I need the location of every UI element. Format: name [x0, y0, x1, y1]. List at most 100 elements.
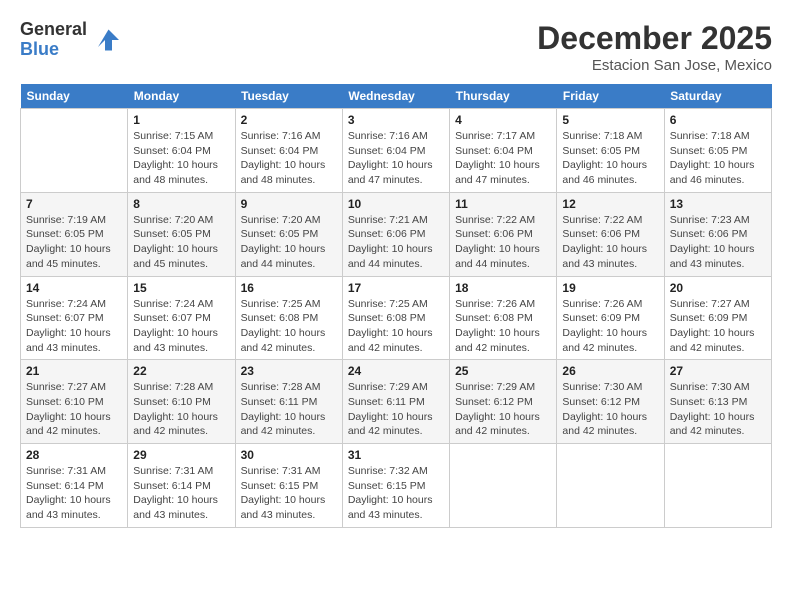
calendar-cell: 1 Sunrise: 7:15 AM Sunset: 6:04 PM Daylig… — [128, 109, 235, 193]
day-info: Sunrise: 7:26 AM Sunset: 6:09 PM Dayligh… — [562, 297, 658, 356]
day-number: 14 — [26, 281, 122, 295]
day-info: Sunrise: 7:28 AM Sunset: 6:10 PM Dayligh… — [133, 380, 229, 439]
calendar-header-row: SundayMondayTuesdayWednesdayThursdayFrid… — [21, 84, 772, 109]
day-number: 21 — [26, 364, 122, 378]
calendar-cell: 29Sunrise: 7:31 AM Sunset: 6:14 PM Dayli… — [128, 444, 235, 528]
calendar-cell — [664, 444, 771, 528]
calendar-cell — [21, 109, 128, 193]
header-sunday: Sunday — [21, 84, 128, 109]
day-number: 7 — [26, 197, 122, 211]
logo-general: General — [20, 20, 87, 40]
calendar-cell: 5 Sunrise: 7:18 AM Sunset: 6:05 PM Daylig… — [557, 109, 664, 193]
day-number: 30 — [241, 448, 337, 462]
calendar-cell — [557, 444, 664, 528]
logo-blue: Blue — [20, 40, 87, 60]
day-number: 18 — [455, 281, 551, 295]
calendar-cell: 11Sunrise: 7:22 AM Sunset: 6:06 PM Dayli… — [450, 192, 557, 276]
day-number: 19 — [562, 281, 658, 295]
day-number: 28 — [26, 448, 122, 462]
calendar-cell: 7 Sunrise: 7:19 AM Sunset: 6:05 PM Daylig… — [21, 192, 128, 276]
day-number: 6 — [670, 113, 766, 127]
calendar-cell: 3 Sunrise: 7:16 AM Sunset: 6:04 PM Daylig… — [342, 109, 449, 193]
day-number: 4 — [455, 113, 551, 127]
day-info: Sunrise: 7:27 AM Sunset: 6:10 PM Dayligh… — [26, 380, 122, 439]
day-info: Sunrise: 7:20 AM Sunset: 6:05 PM Dayligh… — [133, 213, 229, 272]
day-info: Sunrise: 7:18 AM Sunset: 6:05 PM Dayligh… — [562, 129, 658, 188]
day-number: 22 — [133, 364, 229, 378]
logo-icon — [91, 26, 119, 54]
logo: General Blue — [20, 20, 119, 60]
header-wednesday: Wednesday — [342, 84, 449, 109]
calendar-cell: 20 Sunrise: 7:27 AM Sunset: 6:09 PM Dayli… — [664, 276, 771, 360]
day-info: Sunrise: 7:32 AM Sunset: 6:15 PM Dayligh… — [348, 464, 444, 523]
calendar-cell: 27 Sunrise: 7:30 AM Sunset: 6:13 PM Dayli… — [664, 360, 771, 444]
day-info: Sunrise: 7:16 AM Sunset: 6:04 PM Dayligh… — [348, 129, 444, 188]
day-info: Sunrise: 7:31 AM Sunset: 6:14 PM Dayligh… — [26, 464, 122, 523]
calendar-cell: 23 Sunrise: 7:28 AM Sunset: 6:11 PM Dayli… — [235, 360, 342, 444]
day-info: Sunrise: 7:21 AM Sunset: 6:06 PM Dayligh… — [348, 213, 444, 272]
day-number: 25 — [455, 364, 551, 378]
calendar-cell: 30 Sunrise: 7:31 AM Sunset: 6:15 PM Dayli… — [235, 444, 342, 528]
day-info: Sunrise: 7:30 AM Sunset: 6:12 PM Dayligh… — [562, 380, 658, 439]
title-section: December 2025 Estacion San Jose, Mexico — [537, 20, 772, 74]
day-info: Sunrise: 7:31 AM Sunset: 6:15 PM Dayligh… — [241, 464, 337, 523]
calendar-cell: 26 Sunrise: 7:30 AM Sunset: 6:12 PM Dayli… — [557, 360, 664, 444]
day-number: 3 — [348, 113, 444, 127]
calendar-cell: 13 Sunrise: 7:23 AM Sunset: 6:06 PM Dayli… — [664, 192, 771, 276]
header-friday: Friday — [557, 84, 664, 109]
calendar-cell: 2 Sunrise: 7:16 AM Sunset: 6:04 PM Daylig… — [235, 109, 342, 193]
calendar-cell: 21 Sunrise: 7:27 AM Sunset: 6:10 PM Dayli… — [21, 360, 128, 444]
logo-text: General Blue — [20, 20, 87, 60]
calendar-cell: 18Sunrise: 7:26 AM Sunset: 6:08 PM Dayli… — [450, 276, 557, 360]
week-row-4: 21 Sunrise: 7:27 AM Sunset: 6:10 PM Dayli… — [21, 360, 772, 444]
day-number: 24 — [348, 364, 444, 378]
calendar-cell: 16Sunrise: 7:25 AM Sunset: 6:08 PM Dayli… — [235, 276, 342, 360]
day-info: Sunrise: 7:19 AM Sunset: 6:05 PM Dayligh… — [26, 213, 122, 272]
day-info: Sunrise: 7:30 AM Sunset: 6:13 PM Dayligh… — [670, 380, 766, 439]
calendar-table: SundayMondayTuesdayWednesdayThursdayFrid… — [20, 84, 772, 528]
calendar-cell: 15Sunrise: 7:24 AM Sunset: 6:07 PM Dayli… — [128, 276, 235, 360]
day-number: 31 — [348, 448, 444, 462]
header-saturday: Saturday — [664, 84, 771, 109]
header-thursday: Thursday — [450, 84, 557, 109]
day-number: 15 — [133, 281, 229, 295]
day-number: 12 — [562, 197, 658, 211]
day-number: 1 — [133, 113, 229, 127]
day-info: Sunrise: 7:18 AM Sunset: 6:05 PM Dayligh… — [670, 129, 766, 188]
calendar-cell: 17 Sunrise: 7:25 AM Sunset: 6:08 PM Dayli… — [342, 276, 449, 360]
month-title: December 2025 — [537, 20, 772, 57]
day-info: Sunrise: 7:17 AM Sunset: 6:04 PM Dayligh… — [455, 129, 551, 188]
day-info: Sunrise: 7:15 AM Sunset: 6:04 PM Dayligh… — [133, 129, 229, 188]
week-row-5: 28 Sunrise: 7:31 AM Sunset: 6:14 PM Dayli… — [21, 444, 772, 528]
day-number: 17 — [348, 281, 444, 295]
day-number: 26 — [562, 364, 658, 378]
day-info: Sunrise: 7:23 AM Sunset: 6:06 PM Dayligh… — [670, 213, 766, 272]
calendar-cell: 12 Sunrise: 7:22 AM Sunset: 6:06 PM Dayli… — [557, 192, 664, 276]
day-info: Sunrise: 7:16 AM Sunset: 6:04 PM Dayligh… — [241, 129, 337, 188]
day-info: Sunrise: 7:25 AM Sunset: 6:08 PM Dayligh… — [348, 297, 444, 356]
calendar-cell — [450, 444, 557, 528]
day-number: 2 — [241, 113, 337, 127]
calendar-cell: 25 Sunrise: 7:29 AM Sunset: 6:12 PM Dayli… — [450, 360, 557, 444]
day-info: Sunrise: 7:22 AM Sunset: 6:06 PM Dayligh… — [562, 213, 658, 272]
week-row-2: 7 Sunrise: 7:19 AM Sunset: 6:05 PM Daylig… — [21, 192, 772, 276]
day-info: Sunrise: 7:28 AM Sunset: 6:11 PM Dayligh… — [241, 380, 337, 439]
day-number: 9 — [241, 197, 337, 211]
day-number: 27 — [670, 364, 766, 378]
calendar-cell: 9Sunrise: 7:20 AM Sunset: 6:05 PM Daylig… — [235, 192, 342, 276]
calendar-cell: 10Sunrise: 7:21 AM Sunset: 6:06 PM Dayli… — [342, 192, 449, 276]
day-info: Sunrise: 7:29 AM Sunset: 6:12 PM Dayligh… — [455, 380, 551, 439]
calendar-cell: 19 Sunrise: 7:26 AM Sunset: 6:09 PM Dayli… — [557, 276, 664, 360]
calendar-cell: 24Sunrise: 7:29 AM Sunset: 6:11 PM Dayli… — [342, 360, 449, 444]
calendar-cell: 22 Sunrise: 7:28 AM Sunset: 6:10 PM Dayli… — [128, 360, 235, 444]
day-number: 5 — [562, 113, 658, 127]
day-info: Sunrise: 7:27 AM Sunset: 6:09 PM Dayligh… — [670, 297, 766, 356]
location: Estacion San Jose, Mexico — [537, 57, 772, 74]
day-number: 20 — [670, 281, 766, 295]
header-monday: Monday — [128, 84, 235, 109]
day-number: 23 — [241, 364, 337, 378]
day-number: 13 — [670, 197, 766, 211]
week-row-3: 14Sunrise: 7:24 AM Sunset: 6:07 PM Dayli… — [21, 276, 772, 360]
day-info: Sunrise: 7:25 AM Sunset: 6:08 PM Dayligh… — [241, 297, 337, 356]
calendar-cell: 28 Sunrise: 7:31 AM Sunset: 6:14 PM Dayli… — [21, 444, 128, 528]
